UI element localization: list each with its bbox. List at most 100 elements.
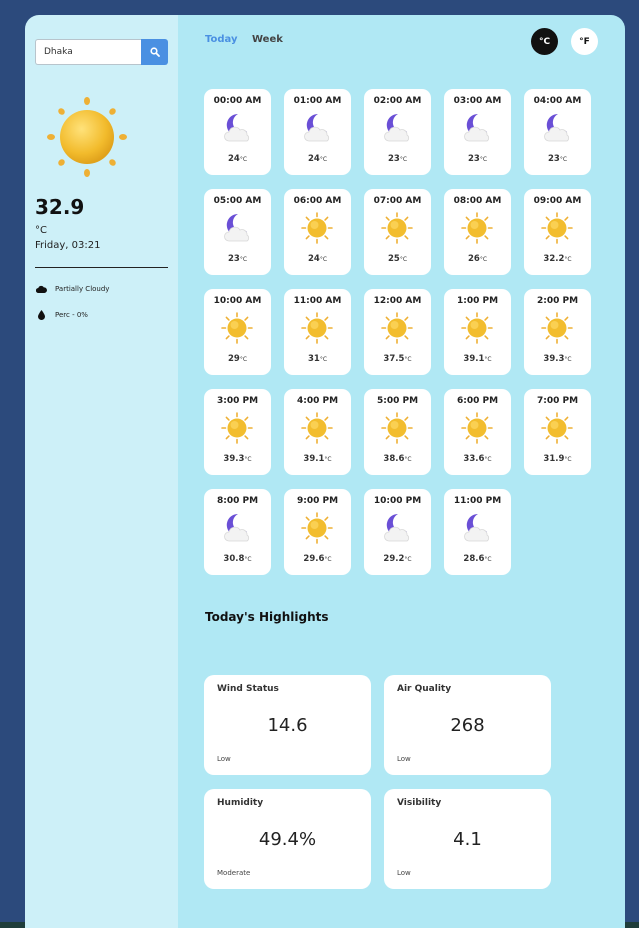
search-input[interactable] <box>35 39 141 65</box>
moon-cloud-icon <box>220 211 254 245</box>
current-temperature-unit: °C <box>35 225 47 236</box>
hourly-time: 7:00 PM <box>536 396 579 406</box>
hourly-temperature-unit: °C <box>239 356 248 363</box>
humidity-card: Humidity 49.4% Moderate <box>204 789 371 889</box>
hourly-temperature-value: 23 <box>387 154 400 164</box>
sun-icon <box>220 311 254 345</box>
moon-cloud-icon <box>380 111 414 145</box>
sun-icon <box>300 511 334 545</box>
hourly-time: 12:00 AM <box>373 296 422 306</box>
visibility-card: Visibility 4.1 Low <box>384 789 551 889</box>
hourly-card: 10:00 PM 29.2°C <box>364 489 431 575</box>
wind-status-card: Wind Status 14.6 Low <box>204 675 371 775</box>
hourly-card: 03:00 AM 23°C <box>444 89 511 175</box>
current-datetime: Friday, 03:21 <box>35 240 101 251</box>
hourly-time: 02:00 AM <box>373 96 422 106</box>
moon-cloud-icon <box>380 511 414 545</box>
hourly-temperature-unit: °C <box>404 456 412 463</box>
condition-row: Partially Cloudy <box>35 283 109 295</box>
hourly-temperature-value: 37.5 <box>383 354 405 364</box>
sun-icon <box>380 211 414 245</box>
hourly-card: 06:00 AM 24°C <box>284 189 351 275</box>
celsius-button[interactable]: °C <box>531 28 558 55</box>
hourly-card: 11:00 PM 28.6°C <box>444 489 511 575</box>
tab-today[interactable]: Today <box>205 34 237 45</box>
sidebar-divider <box>35 267 168 268</box>
hourly-temperature-value: 26 <box>467 254 480 264</box>
hourly-card: 04:00 AM 23°C <box>524 89 591 175</box>
visibility-level: Low <box>397 869 411 877</box>
hourly-card: 09:00 AM 32.2°C <box>524 189 591 275</box>
hourly-card: 07:00 AM 25°C <box>364 189 431 275</box>
moon-cloud-icon <box>220 511 254 545</box>
hourly-time: 4:00 PM <box>296 396 339 406</box>
hourly-time: 11:00 PM <box>453 496 502 506</box>
hourly-temperature-unit: °C <box>319 356 328 363</box>
hourly-temperature: 29.2°C <box>364 554 431 564</box>
hourly-time: 09:00 AM <box>533 196 582 206</box>
hourly-temperature-unit: °C <box>324 556 332 563</box>
hourly-time: 04:00 AM <box>533 96 582 106</box>
hourly-temperature-value: 24 <box>227 154 240 164</box>
hourly-temperature: 23°C <box>364 154 431 164</box>
wind-status-value: 14.6 <box>267 715 308 736</box>
hourly-temperature-value: 38.6 <box>383 454 405 464</box>
hourly-temperature: 24°C <box>204 154 271 164</box>
hourly-temperature: 39.1°C <box>284 454 351 464</box>
hourly-temperature-value: 23 <box>467 154 480 164</box>
hourly-time: 10:00 AM <box>213 296 262 306</box>
hourly-temperature-unit: °C <box>479 156 488 163</box>
hourly-card: 1:00 PM 39.1°C <box>444 289 511 375</box>
hourly-temperature-unit: °C <box>399 256 408 263</box>
hourly-time: 00:00 AM <box>213 96 262 106</box>
sun-icon <box>460 311 494 345</box>
wind-status-level: Low <box>217 755 231 763</box>
hourly-temperature-unit: °C <box>484 556 492 563</box>
hourly-card: 05:00 AM 23°C <box>204 189 271 275</box>
hourly-temperature-unit: °C <box>399 156 408 163</box>
fahrenheit-button[interactable]: °F <box>571 28 598 55</box>
hourly-time: 8:00 PM <box>216 496 259 506</box>
highlights-title: Today's Highlights <box>205 610 329 624</box>
sun-icon <box>47 97 127 177</box>
hourly-time: 11:00 AM <box>293 296 342 306</box>
hourly-temperature-value: 29.2 <box>383 554 405 564</box>
cloud-icon <box>35 283 47 295</box>
hourly-temperature-unit: °C <box>484 356 492 363</box>
hourly-temperature-value: 29.6 <box>303 554 325 564</box>
weather-app: 32.9 °C Friday, 03:21 Partially Cloudy P… <box>25 15 625 928</box>
hourly-temperature-value: 32.2 <box>543 254 565 264</box>
hourly-temperature-value: 39.3 <box>543 354 565 364</box>
search-button[interactable] <box>141 39 168 65</box>
hourly-time: 3:00 PM <box>216 396 259 406</box>
raindrop-icon <box>35 309 47 321</box>
hourly-time: 06:00 AM <box>293 196 342 206</box>
hourly-temperature: 23°C <box>204 254 271 264</box>
moon-cloud-icon <box>460 111 494 145</box>
hourly-temperature-unit: °C <box>239 256 248 263</box>
moon-cloud-icon <box>300 111 334 145</box>
hourly-temperature-unit: °C <box>484 456 492 463</box>
hourly-temperature: 31°C <box>284 354 351 364</box>
hourly-time: 9:00 PM <box>296 496 339 506</box>
air-quality-card: Air Quality 268 Low <box>384 675 551 775</box>
hourly-temperature: 23°C <box>524 154 591 164</box>
hourly-temperature: 39.3°C <box>204 454 271 464</box>
wind-status-label: Wind Status <box>217 684 279 694</box>
hourly-temperature-value: 23 <box>227 254 240 264</box>
tab-week[interactable]: Week <box>252 34 283 45</box>
hourly-temperature-unit: °C <box>479 256 488 263</box>
hourly-temperature: 24°C <box>284 254 351 264</box>
hourly-temperature-value: 39.1 <box>303 454 325 464</box>
humidity-label: Humidity <box>217 798 264 808</box>
sun-icon <box>300 311 334 345</box>
hourly-card: 10:00 AM 29°C <box>204 289 271 375</box>
moon-cloud-icon <box>540 111 574 145</box>
hourly-temperature: 25°C <box>364 254 431 264</box>
hourly-temperature: 31.9°C <box>524 454 591 464</box>
hourly-temperature-unit: °C <box>319 156 328 163</box>
visibility-label: Visibility <box>397 798 442 808</box>
hourly-time: 07:00 AM <box>373 196 422 206</box>
sun-icon <box>460 211 494 245</box>
moon-cloud-icon <box>220 111 254 145</box>
